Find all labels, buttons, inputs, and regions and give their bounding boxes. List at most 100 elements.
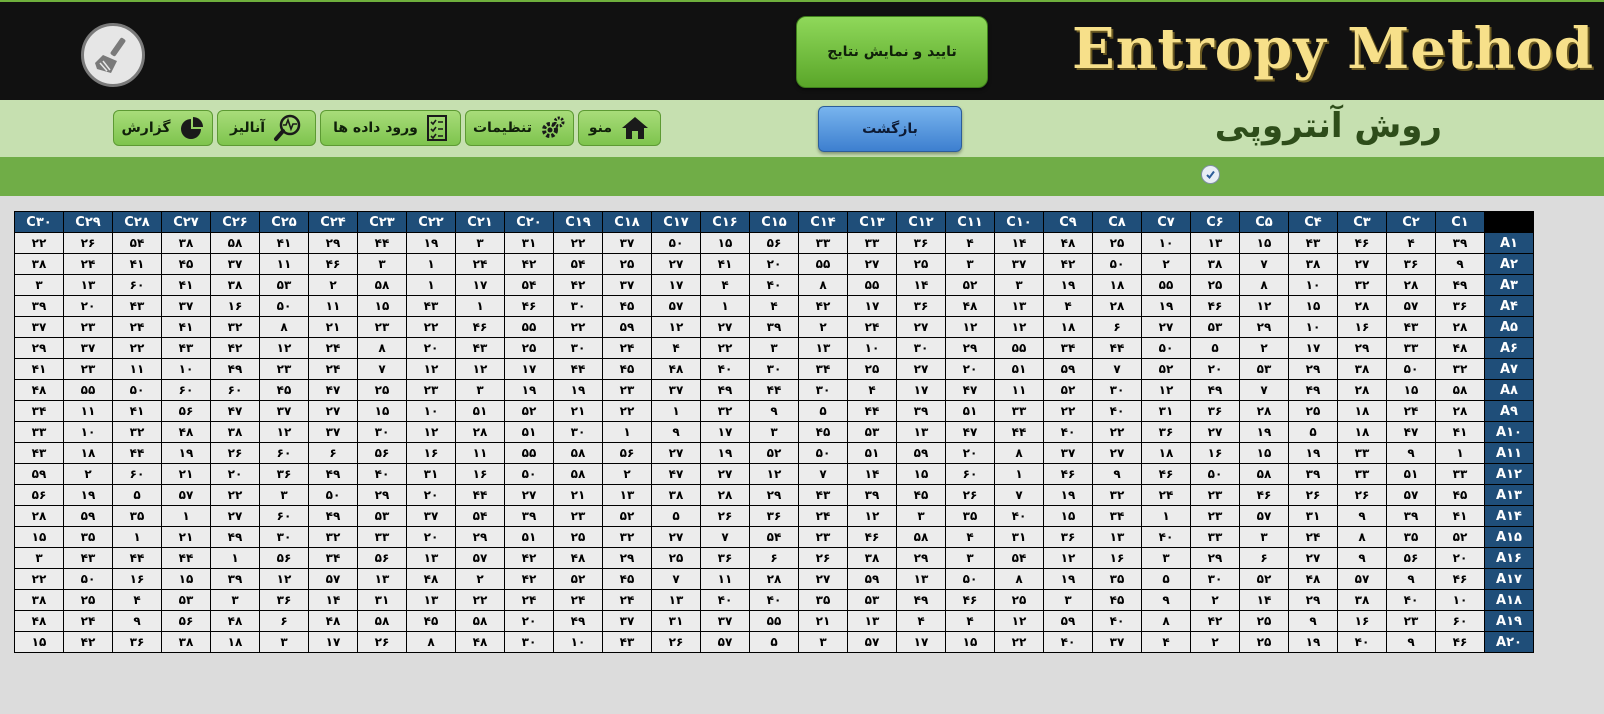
table-cell[interactable]: ۹ bbox=[1092, 463, 1142, 485]
table-cell[interactable]: ۳۰ bbox=[1190, 568, 1240, 590]
table-cell[interactable]: ۲۲ bbox=[602, 400, 652, 422]
table-cell[interactable]: ۲۸ bbox=[455, 421, 505, 443]
table-cell[interactable]: ۲۱ bbox=[161, 463, 211, 485]
table-cell[interactable]: ۴۱ bbox=[1435, 505, 1485, 527]
table-cell[interactable]: ۳ bbox=[749, 421, 799, 443]
table-cell[interactable]: ۵۰ bbox=[798, 442, 848, 464]
table-cell[interactable]: ۴۳ bbox=[602, 631, 652, 653]
table-cell[interactable]: ۳۸ bbox=[161, 631, 211, 653]
table-cell[interactable]: ۴۷ bbox=[945, 379, 995, 401]
table-cell[interactable]: ۳۳ bbox=[14, 421, 64, 443]
table-cell[interactable]: ۹ bbox=[1337, 505, 1387, 527]
table-cell[interactable]: ۳۴ bbox=[14, 400, 64, 422]
table-cell[interactable]: ۱۹ bbox=[700, 442, 750, 464]
table-cell[interactable]: ۴۴ bbox=[847, 400, 897, 422]
table-cell[interactable]: ۳۵ bbox=[1386, 526, 1436, 548]
table-cell[interactable]: ۱ bbox=[651, 400, 701, 422]
table-cell[interactable]: ۲۹ bbox=[455, 526, 505, 548]
table-cell[interactable]: ۱۵ bbox=[161, 568, 211, 590]
table-cell[interactable]: ۴ bbox=[1043, 295, 1093, 317]
table-cell[interactable]: ۳ bbox=[896, 505, 946, 527]
table-cell[interactable]: ۵۷ bbox=[847, 631, 897, 653]
table-cell[interactable]: ۴۹ bbox=[210, 526, 260, 548]
table-cell[interactable]: ۲۵ bbox=[1239, 610, 1289, 632]
table-cell[interactable]: ۱۲ bbox=[406, 358, 456, 380]
nav-report-button[interactable]: گزارش bbox=[113, 110, 213, 146]
table-cell[interactable]: ۱۹ bbox=[1043, 274, 1093, 296]
table-cell[interactable]: ۱۴ bbox=[994, 232, 1044, 254]
table-cell[interactable]: ۱۳ bbox=[63, 274, 113, 296]
table-cell[interactable]: ۲۰ bbox=[749, 253, 799, 275]
table-cell[interactable]: ۱ bbox=[1141, 505, 1191, 527]
table-cell[interactable]: ۴۷ bbox=[651, 463, 701, 485]
table-cell[interactable]: ۱۸ bbox=[63, 442, 113, 464]
table-cell[interactable]: ۱۶ bbox=[455, 463, 505, 485]
table-cell[interactable]: ۱۲ bbox=[259, 421, 309, 443]
table-cell[interactable]: ۲۷ bbox=[1288, 547, 1338, 569]
table-cell[interactable]: ۳۲ bbox=[1337, 274, 1387, 296]
table-cell[interactable]: ۴۹ bbox=[896, 589, 946, 611]
table-cell[interactable]: ۴ bbox=[112, 589, 162, 611]
table-cell[interactable]: ۳۹ bbox=[14, 295, 64, 317]
table-cell[interactable]: ۲۳ bbox=[357, 316, 407, 338]
table-cell[interactable]: ۵ bbox=[1190, 337, 1240, 359]
table-cell[interactable]: ۵۲ bbox=[553, 568, 603, 590]
table-cell[interactable]: ۱۳ bbox=[1092, 526, 1142, 548]
table-cell[interactable]: ۲ bbox=[308, 274, 358, 296]
table-cell[interactable]: ۱۱ bbox=[112, 358, 162, 380]
table-cell[interactable]: ۲ bbox=[455, 568, 505, 590]
table-cell[interactable]: ۱۴ bbox=[847, 463, 897, 485]
table-cell[interactable]: ۳۸ bbox=[161, 232, 211, 254]
table-cell[interactable]: ۲۶ bbox=[210, 442, 260, 464]
table-cell[interactable]: ۵۰ bbox=[651, 232, 701, 254]
table-cell[interactable]: ۳۷ bbox=[14, 316, 64, 338]
table-cell[interactable]: ۹ bbox=[1288, 610, 1338, 632]
table-cell[interactable]: ۵۸ bbox=[357, 274, 407, 296]
table-cell[interactable]: ۴۰ bbox=[1092, 400, 1142, 422]
table-cell[interactable]: ۴۴ bbox=[994, 421, 1044, 443]
table-cell[interactable]: ۴۵ bbox=[896, 484, 946, 506]
table-cell[interactable]: ۵۰ bbox=[1190, 463, 1240, 485]
table-cell[interactable]: ۲۷ bbox=[1092, 442, 1142, 464]
table-cell[interactable]: ۵۷ bbox=[700, 631, 750, 653]
table-cell[interactable]: ۴۵ bbox=[1092, 589, 1142, 611]
table-cell[interactable]: ۱۲ bbox=[259, 568, 309, 590]
table-cell[interactable]: ۳۳ bbox=[1337, 463, 1387, 485]
table-cell[interactable]: ۴۸ bbox=[455, 631, 505, 653]
table-cell[interactable]: ۴۵ bbox=[602, 295, 652, 317]
table-cell[interactable]: ۲۱ bbox=[553, 484, 603, 506]
table-cell[interactable]: ۵۶ bbox=[602, 442, 652, 464]
table-cell[interactable]: ۴۱ bbox=[1435, 421, 1485, 443]
table-cell[interactable]: ۱۶ bbox=[112, 568, 162, 590]
table-cell[interactable]: ۴۰ bbox=[749, 274, 799, 296]
table-cell[interactable]: ۳۱ bbox=[1288, 505, 1338, 527]
table-cell[interactable]: ۴۸ bbox=[651, 358, 701, 380]
table-cell[interactable]: ۴۶ bbox=[1239, 484, 1289, 506]
table-cell[interactable]: ۲۵ bbox=[63, 589, 113, 611]
table-cell[interactable]: ۱۵ bbox=[357, 400, 407, 422]
table-cell[interactable]: ۲۷ bbox=[896, 358, 946, 380]
table-cell[interactable]: ۳۰ bbox=[357, 421, 407, 443]
table-cell[interactable]: ۲۵ bbox=[1190, 274, 1240, 296]
table-cell[interactable]: ۵۲ bbox=[504, 400, 554, 422]
table-cell[interactable]: ۴۳ bbox=[14, 442, 64, 464]
table-cell[interactable]: ۴۳ bbox=[63, 547, 113, 569]
table-cell[interactable]: ۴ bbox=[651, 337, 701, 359]
table-cell[interactable]: ۲۵ bbox=[1092, 232, 1142, 254]
table-cell[interactable]: ۱۹ bbox=[63, 484, 113, 506]
table-cell[interactable]: ۵۳ bbox=[357, 505, 407, 527]
table-cell[interactable]: ۵۷ bbox=[1239, 505, 1289, 527]
table-cell[interactable]: ۱ bbox=[161, 505, 211, 527]
table-cell[interactable]: ۵۰ bbox=[112, 379, 162, 401]
table-cell[interactable]: ۱۹ bbox=[1043, 484, 1093, 506]
table-cell[interactable]: ۳ bbox=[749, 337, 799, 359]
table-cell[interactable]: ۱۵ bbox=[14, 631, 64, 653]
table-cell[interactable]: ۱۴ bbox=[1239, 589, 1289, 611]
table-cell[interactable]: ۳۱ bbox=[406, 463, 456, 485]
table-cell[interactable]: ۹ bbox=[112, 610, 162, 632]
table-cell[interactable]: ۱۹ bbox=[1141, 295, 1191, 317]
table-cell[interactable]: ۲۲ bbox=[1043, 400, 1093, 422]
table-cell[interactable]: ۵۶ bbox=[259, 547, 309, 569]
table-cell[interactable]: ۳۷ bbox=[602, 232, 652, 254]
table-cell[interactable]: ۵۷ bbox=[1337, 568, 1387, 590]
